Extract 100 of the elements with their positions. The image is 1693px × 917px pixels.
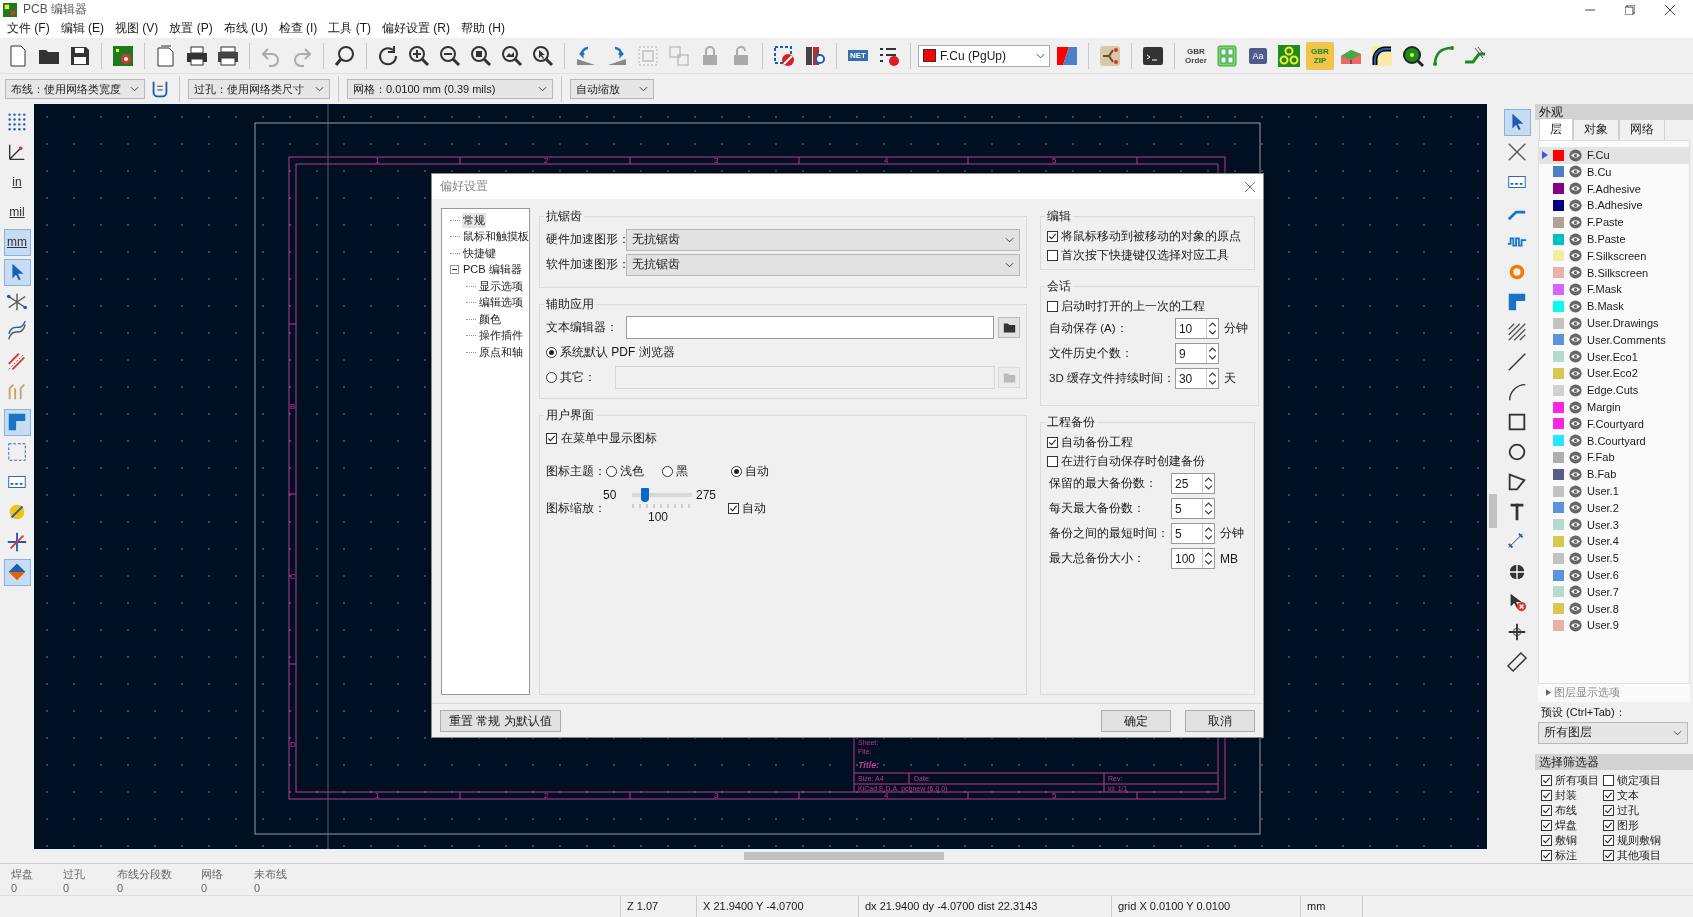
spin-box[interactable]: 5 [1171,498,1215,519]
layer-color-swatch[interactable] [1553,200,1564,211]
eye-icon[interactable] [1569,182,1582,196]
eye-icon[interactable] [1569,501,1582,515]
layer-row[interactable]: User.8 [1539,600,1689,617]
tree-item[interactable]: 编辑选项 [478,295,524,311]
spin-box[interactable]: 30 [1174,368,1219,389]
checkbox[interactable] [1047,231,1058,242]
layer-row[interactable]: User.Drawings [1539,314,1689,332]
eye-icon[interactable] [1569,450,1582,464]
dropdown[interactable]: 自动缩放 [570,79,654,100]
dropdown[interactable]: 无抗锯齿 [626,228,1020,251]
eye-icon[interactable] [1569,282,1582,296]
eye-icon[interactable] [1569,366,1582,380]
checkbox[interactable] [1603,820,1614,832]
reset-button[interactable]: 重置 常规 为默认值 [440,709,561,732]
pointer-icon[interactable] [1503,108,1531,136]
radio-button[interactable] [731,466,742,477]
checkbox[interactable] [728,503,739,514]
layer-color-swatch[interactable] [1553,367,1564,379]
panel-tab[interactable]: 网络 [1619,117,1665,140]
layer-row[interactable]: Margin [1539,398,1689,416]
layer-row[interactable]: F.Fab [1539,449,1689,466]
eye-icon[interactable] [1569,568,1582,582]
radio-button[interactable] [546,347,557,358]
eye-icon[interactable] [1569,400,1582,414]
layer-color-swatch[interactable] [1553,519,1564,531]
spin-box[interactable]: 25 [1171,473,1215,494]
layer-color-swatch[interactable] [1553,233,1564,245]
radio-button[interactable] [662,466,673,477]
eye-icon[interactable] [1569,618,1582,632]
checkbox[interactable] [1541,805,1552,817]
spin-box[interactable]: 9 [1174,343,1219,364]
layer-row[interactable]: F.Adhesive [1539,180,1689,198]
eye-icon[interactable] [1569,585,1582,599]
eye-icon[interactable] [1569,534,1582,548]
tree-item[interactable]: 颜色 [478,311,502,327]
checkbox[interactable] [1603,790,1614,802]
input-field[interactable] [615,366,995,389]
eye-icon[interactable] [1569,417,1582,431]
close-icon[interactable] [1665,4,1675,15]
layer-color-swatch[interactable] [1553,535,1564,547]
checkbox[interactable] [1603,775,1614,787]
checkbox[interactable] [1541,835,1552,847]
collapse-icon[interactable] [450,265,459,275]
checkbox[interactable] [1603,835,1614,847]
eye-icon[interactable] [1569,148,1582,162]
menu-item[interactable]: 视图 (V) [112,20,167,38]
layer-dropdown[interactable]: F.Cu (PgUp) [918,44,1050,67]
cancel-button[interactable]: 取消 [1185,709,1255,732]
layer-color-swatch[interactable] [1553,216,1564,228]
unit-button[interactable]: mm [3,228,31,256]
layer-color-swatch[interactable] [1553,166,1564,178]
spin-box[interactable]: 100 [1171,548,1215,569]
layer-row[interactable]: B.Silkscreen [1539,264,1689,282]
spin-box[interactable]: 5 [1171,523,1215,544]
panel-tab[interactable]: 对象 [1573,117,1619,140]
eye-icon[interactable] [1569,467,1582,481]
tree-item[interactable]: 操作插件 [478,328,524,344]
tree-item[interactable]: 快捷键 [462,245,497,261]
checkbox[interactable] [1541,775,1552,787]
checkbox[interactable] [1047,250,1058,261]
layer-row[interactable]: B.Mask [1539,297,1689,315]
layer-color-swatch[interactable] [1553,334,1564,346]
radio-button[interactable] [606,466,617,477]
layer-row[interactable]: Edge.Cuts [1539,381,1689,399]
dropdown[interactable]: 过孔：使用网络类尺寸 [188,79,330,100]
text-tile-button[interactable]: Aa [1244,41,1272,70]
eye-icon[interactable] [1569,350,1582,364]
tree-item[interactable]: 原点和轴 [478,344,524,360]
input-field[interactable] [626,316,994,339]
eye-icon[interactable] [1569,215,1582,229]
eye-icon[interactable] [1569,249,1582,263]
eye-icon[interactable] [1569,518,1582,532]
spin-box[interactable]: 10 [1174,318,1219,339]
menu-item[interactable]: 编辑 (E) [57,20,112,38]
layer-color-swatch[interactable] [1553,619,1564,631]
zone-icon[interactable] [3,408,31,436]
layer-row[interactable]: F.Cu [1539,146,1689,164]
layer-row[interactable]: B.Adhesive [1539,197,1689,214]
eye-icon[interactable] [1569,165,1582,179]
eye-icon[interactable] [1569,551,1582,565]
layer-row[interactable]: F.Paste [1539,213,1689,231]
layer-color-swatch[interactable] [1553,267,1564,279]
tree-item[interactable]: 显示选项 [478,278,524,294]
radio-button[interactable] [546,372,557,383]
netlist-button[interactable]: NET [844,41,872,70]
menu-item[interactable]: 检查 (I) [275,20,326,38]
layer-row[interactable]: B.Fab [1539,465,1689,483]
eye-icon[interactable] [1569,602,1582,616]
checkbox[interactable] [546,433,557,444]
eye-icon[interactable] [1569,484,1582,498]
checkbox[interactable] [1541,790,1552,802]
dropdown[interactable]: 网格：0.0100 mm (0.39 mils) [347,79,553,100]
layer-color-swatch[interactable] [1553,468,1564,480]
tree-item[interactable]: PCB 编辑器 [462,262,523,278]
layer-row[interactable]: User.3 [1539,516,1689,534]
eye-icon[interactable] [1569,266,1582,280]
layer-color-swatch[interactable] [1553,300,1564,312]
layer-color-swatch[interactable] [1553,451,1564,463]
